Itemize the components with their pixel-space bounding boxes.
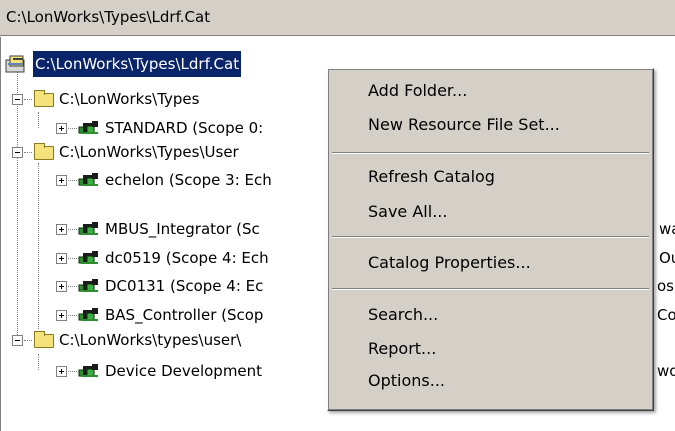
expand-icon[interactable] (56, 123, 67, 134)
clipped-text: wa (659, 220, 675, 238)
menu-item-catalog-properties[interactable]: Catalog Properties... (368, 251, 531, 275)
folder-label[interactable]: C:\LonWorks\types\user\ (59, 327, 241, 353)
tree-resource-row[interactable]: echelon (Scope 3: Ech (1, 167, 331, 193)
resource-label[interactable]: STANDARD (Scope 0: (105, 115, 263, 141)
tree-line (68, 128, 77, 129)
resource-set-icon (78, 364, 98, 377)
window-title-bar: C:\LonWorks\Types\Ldrf.Cat (0, 0, 675, 36)
resource-label[interactable]: BAS_Controller (Scop (105, 302, 263, 328)
folder-icon (34, 143, 54, 160)
resource-label[interactable]: dc0519 (Scope 4: Ech (105, 245, 269, 271)
tree-line (24, 152, 32, 153)
tree-folder-row[interactable]: C:\LonWorks\Types\User (1, 139, 331, 165)
expand-icon[interactable] (56, 253, 67, 264)
resource-label[interactable]: MBUS_Integrator (Sc (105, 216, 260, 242)
menu-item-search[interactable]: Search... (368, 303, 438, 327)
tree-folder-row[interactable]: C:\LonWorks\types\user\ (1, 327, 331, 353)
collapse-icon[interactable] (12, 335, 23, 346)
expand-icon[interactable] (56, 281, 67, 292)
tree-line (68, 371, 77, 372)
context-menu[interactable]: Add Folder... New Resource File Set... R… (327, 68, 654, 411)
folder-icon (34, 90, 54, 107)
window-title: C:\LonWorks\Types\Ldrf.Cat (6, 8, 211, 26)
clipped-text: Co (657, 306, 675, 324)
resource-set-icon (78, 222, 98, 235)
menu-item-options[interactable]: Options... (368, 369, 445, 393)
tree-line (68, 229, 77, 230)
resource-label[interactable]: Device Development (105, 358, 262, 384)
resource-set-icon (78, 251, 98, 264)
resource-set-icon (78, 279, 98, 292)
menu-item-save-all[interactable]: Save All... (368, 200, 447, 224)
folder-label[interactable]: C:\LonWorks\Types\User (59, 139, 239, 165)
tree-line (68, 286, 77, 287)
resource-set-icon (78, 173, 98, 186)
tree-line (68, 258, 77, 259)
resource-label[interactable]: DC0131 (Scope 4: Ec (105, 273, 263, 299)
menu-separator (332, 288, 649, 290)
expand-icon[interactable] (56, 366, 67, 377)
resource-set-icon (78, 308, 98, 321)
tree-line (24, 340, 32, 341)
catalog-icon (5, 55, 25, 73)
clipped-text: wor (657, 362, 675, 380)
tree-line (68, 180, 77, 181)
menu-separator (332, 152, 649, 154)
menu-item-add-folder[interactable]: Add Folder... (368, 79, 467, 103)
collapse-icon[interactable] (12, 147, 23, 158)
clipped-text: Ou (659, 249, 675, 267)
clipped-text: osh (657, 277, 675, 295)
tree-line (24, 99, 32, 100)
menu-item-report[interactable]: Report... (368, 337, 436, 361)
tree-line (68, 315, 77, 316)
resource-label[interactable]: echelon (Scope 3: Ech (105, 167, 272, 193)
expand-icon[interactable] (56, 175, 67, 186)
menu-item-refresh-catalog[interactable]: Refresh Catalog (368, 165, 495, 189)
menu-item-new-resource-file-set[interactable]: New Resource File Set... (368, 113, 560, 137)
tree-root-label[interactable]: C:\LonWorks\Types\Ldrf.Cat (33, 51, 242, 77)
expand-icon[interactable] (56, 310, 67, 321)
collapse-icon[interactable] (12, 94, 23, 105)
folder-icon (34, 331, 54, 348)
tree-resource-row[interactable]: STANDARD (Scope 0: (1, 115, 331, 141)
resource-set-icon (78, 121, 98, 134)
tree-folder-row[interactable]: C:\LonWorks\Types (1, 86, 331, 112)
menu-separator (332, 236, 649, 238)
folder-label[interactable]: C:\LonWorks\Types (59, 86, 199, 112)
expand-icon[interactable] (56, 224, 67, 235)
